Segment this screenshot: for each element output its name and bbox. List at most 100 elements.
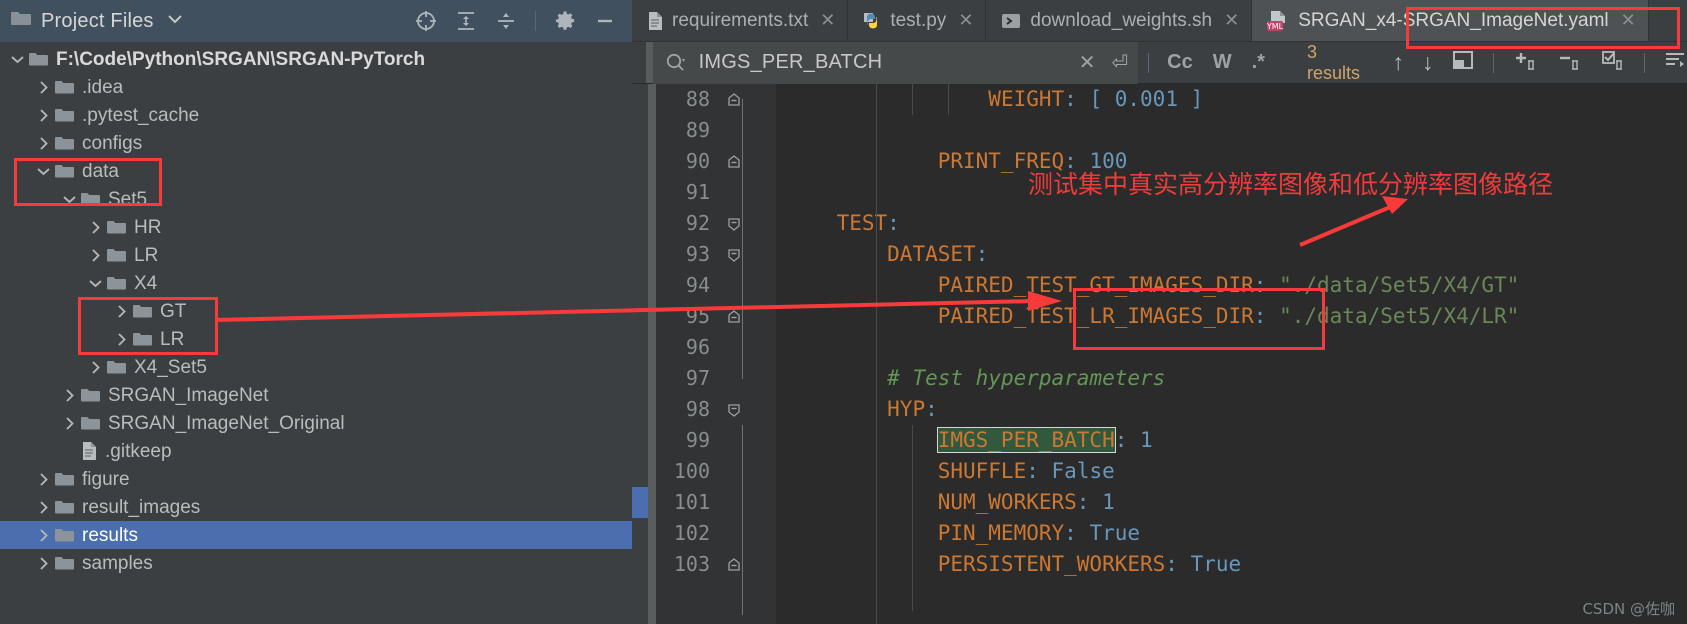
find-input[interactable]: IMGS_PER_BATCH xyxy=(699,51,1079,74)
line-number-gutter[interactable]: 88 89 90 91 92 93 94 95 96 97 98 99 100 101 102 103 xyxy=(656,84,776,624)
tree-item-hr[interactable]: HR xyxy=(0,213,632,241)
find-prev-icon[interactable]: ↑ xyxy=(1392,49,1404,76)
regex-toggle[interactable]: .* xyxy=(1252,51,1265,74)
filter-icon[interactable] xyxy=(1663,49,1687,76)
code-line[interactable]: HYP: xyxy=(776,394,1687,425)
code-line[interactable]: PRINT_FREQ: 100 xyxy=(776,146,1687,177)
tree-item-x4[interactable]: X4 xyxy=(0,269,632,297)
chevron-right-icon[interactable] xyxy=(84,248,106,262)
line-number: 89 xyxy=(685,118,710,142)
code-token: : xyxy=(1064,149,1090,173)
code-fold-icon[interactable] xyxy=(726,208,742,239)
close-tab-icon[interactable]: ✕ xyxy=(1224,10,1239,31)
clear-search-icon[interactable]: ✕ xyxy=(1079,50,1096,75)
tree-item-result_images[interactable]: result_images xyxy=(0,493,632,521)
whole-words-toggle[interactable]: W xyxy=(1213,51,1232,74)
search-history-icon[interactable]: ⏎ xyxy=(1112,50,1129,75)
code-line[interactable]: DATASET: xyxy=(776,239,1687,270)
editor-left-scroll-strip[interactable] xyxy=(645,42,653,83)
code-line[interactable]: PAIRED_TEST_GT_IMAGES_DIR: "./data/Set5/… xyxy=(776,270,1687,301)
find-next-icon[interactable]: ↓ xyxy=(1422,49,1434,76)
code-fold-icon[interactable] xyxy=(726,549,742,580)
chevron-right-icon[interactable] xyxy=(32,136,54,150)
editor-tab-bar[interactable]: requirements.txt ✕ test.py ✕ download_weight… xyxy=(632,0,1687,42)
code-line[interactable] xyxy=(776,177,1687,208)
tree-item-x4_set5[interactable]: X4_Set5 xyxy=(0,353,632,381)
match-case-toggle[interactable]: Cc xyxy=(1167,51,1193,74)
tree-item-lr[interactable]: LR xyxy=(0,241,632,269)
chevron-right-icon[interactable] xyxy=(84,360,106,374)
locate-target-icon[interactable] xyxy=(415,10,437,32)
tree-item-figure[interactable]: figure xyxy=(0,465,632,493)
project-panel-title: Project Files xyxy=(41,9,154,32)
folder-icon xyxy=(54,163,75,180)
chevron-right-icon[interactable] xyxy=(110,332,132,346)
editor-vertical-scrollbar[interactable] xyxy=(648,84,656,624)
code-fold-icon[interactable] xyxy=(726,239,742,270)
remove-selection-icon[interactable] xyxy=(1556,49,1582,76)
chevron-down-icon[interactable] xyxy=(167,15,182,27)
code-line[interactable] xyxy=(776,115,1687,146)
chevron-right-icon[interactable] xyxy=(32,108,54,122)
tree-item-lr[interactable]: LR xyxy=(0,325,632,353)
select-all-occurrences-icon[interactable] xyxy=(1600,49,1626,76)
code-fold-icon[interactable] xyxy=(726,394,742,425)
chevron-right-icon[interactable] xyxy=(32,500,54,514)
settings-gear-icon[interactable] xyxy=(554,10,576,32)
code-fold-icon[interactable] xyxy=(726,84,742,115)
chevron-down-icon[interactable] xyxy=(6,55,28,64)
chevron-down-icon[interactable] xyxy=(58,195,80,204)
chevron-right-icon[interactable] xyxy=(32,472,54,486)
tree-item-fcodepythonsrgansrgan-pytorch[interactable]: F:\Code\Python\SRGAN\SRGAN-PyTorch xyxy=(0,45,632,73)
tree-item-srgan_imagenet_original[interactable]: SRGAN_ImageNet_Original xyxy=(0,409,632,437)
line-number: 102 xyxy=(673,521,710,545)
tree-item-results[interactable]: results xyxy=(0,521,632,549)
code-editor[interactable]: 88 89 90 91 92 93 94 95 96 97 98 99 100 101 102 103 WEI… xyxy=(632,84,1687,624)
editor-tab-requirements-txt[interactable]: requirements.txt ✕ xyxy=(632,0,849,41)
search-icon[interactable] xyxy=(665,52,689,74)
tree-item-gt[interactable]: GT xyxy=(0,297,632,325)
tree-item-gitkeep[interactable]: .gitkeep xyxy=(0,437,632,465)
tree-item-idea[interactable]: .idea xyxy=(0,73,632,101)
code-fold-icon[interactable] xyxy=(726,146,742,177)
project-panel-header: Project Files xyxy=(0,0,632,42)
chevron-right-icon[interactable] xyxy=(32,80,54,94)
find-toolbar: IMGS_PER_BATCH ✕ ⏎ Cc W .* 3 results ↑ ↓ xyxy=(632,41,1687,84)
editor-tab-download-weights-sh[interactable]: download_weights.sh ✕ xyxy=(986,0,1253,41)
editor-tab-srgan-x4-srgan-imagenet-yaml[interactable]: YML SRGAN_x4-SRGAN_ImageNet.yaml ✕ xyxy=(1252,0,1649,41)
code-content[interactable]: WEIGHT: [ 0.001 ] PRINT_FREQ: 100 TEST: … xyxy=(776,84,1687,624)
hide-panel-icon[interactable] xyxy=(594,10,616,32)
chevron-right-icon[interactable] xyxy=(32,556,54,570)
chevron-right-icon[interactable] xyxy=(58,416,80,430)
code-line[interactable]: TEST: xyxy=(776,208,1687,239)
project-file-tree[interactable]: F:\Code\Python\SRGAN\SRGAN-PyTorch .idea.… xyxy=(0,42,632,577)
open-in-find-window-icon[interactable] xyxy=(1451,49,1475,76)
find-input-wrapper[interactable]: IMGS_PER_BATCH ✕ ⏎ xyxy=(652,41,1139,84)
line-number: 99 xyxy=(685,428,710,452)
tree-item-configs[interactable]: configs xyxy=(0,129,632,157)
code-line[interactable]: PAIRED_TEST_LR_IMAGES_DIR: "./data/Set5/… xyxy=(776,301,1687,332)
chevron-right-icon[interactable] xyxy=(110,304,132,318)
editor-tab-test-py[interactable]: test.py ✕ xyxy=(848,0,987,41)
expand-all-icon[interactable] xyxy=(455,10,477,32)
folder-icon xyxy=(80,387,101,404)
collapse-all-icon[interactable] xyxy=(495,10,517,32)
close-tab-icon[interactable]: ✕ xyxy=(958,10,973,31)
close-tab-icon[interactable]: ✕ xyxy=(1621,10,1636,31)
close-tab-icon[interactable]: ✕ xyxy=(820,10,835,31)
chevron-right-icon[interactable] xyxy=(32,528,54,542)
tree-item-srgan_imagenet[interactable]: SRGAN_ImageNet xyxy=(0,381,632,409)
line-number: 98 xyxy=(685,397,710,421)
code-line[interactable]: # Test hyperparameters xyxy=(776,363,1687,394)
code-fold-icon[interactable] xyxy=(726,301,742,332)
chevron-down-icon[interactable] xyxy=(32,167,54,176)
tree-item-set5[interactable]: Set5 xyxy=(0,185,632,213)
tree-item-samples[interactable]: samples xyxy=(0,549,632,577)
tree-item-pytest_cache[interactable]: .pytest_cache xyxy=(0,101,632,129)
chevron-right-icon[interactable] xyxy=(84,220,106,234)
chevron-down-icon[interactable] xyxy=(84,279,106,288)
chevron-right-icon[interactable] xyxy=(58,388,80,402)
add-selection-icon[interactable] xyxy=(1512,49,1538,76)
code-line[interactable] xyxy=(776,332,1687,363)
tree-item-data[interactable]: data xyxy=(0,157,632,185)
